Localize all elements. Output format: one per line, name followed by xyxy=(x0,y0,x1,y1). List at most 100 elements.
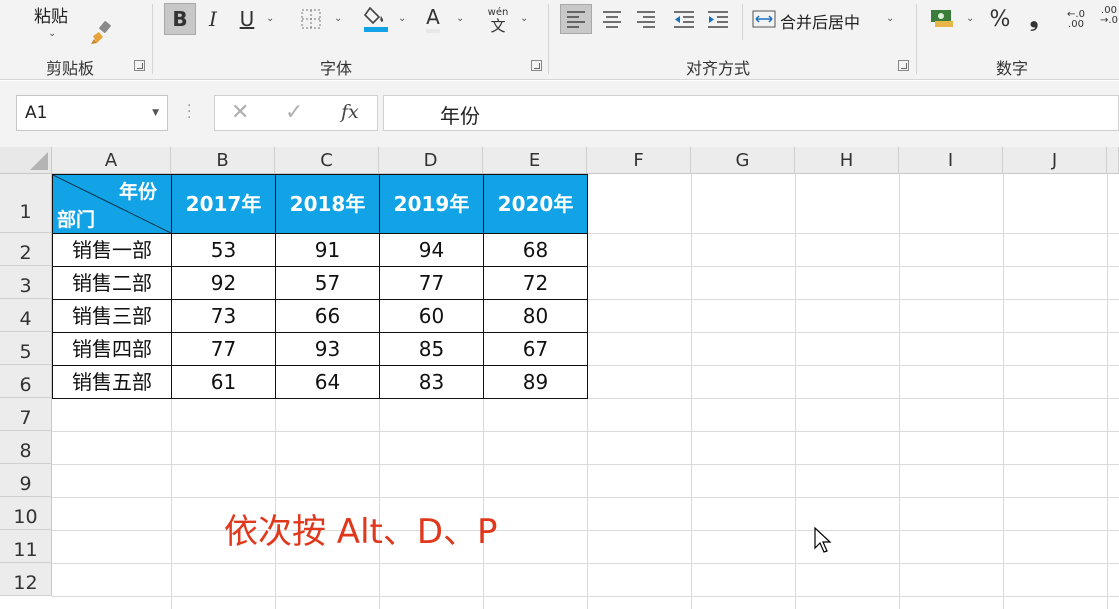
column-header-C[interactable]: C xyxy=(275,147,379,174)
name-box-dropdown-icon[interactable]: ▼ xyxy=(152,108,159,118)
formula-bar-grip-icon[interactable]: · · · xyxy=(187,99,191,125)
decrease-indent-icon[interactable] xyxy=(668,4,700,34)
clipboard-launcher-icon[interactable] xyxy=(134,60,145,71)
merge-center-icon[interactable] xyxy=(752,8,776,30)
year-header-cell[interactable]: 2019年 xyxy=(380,175,483,233)
column-header-G[interactable]: G xyxy=(691,147,795,174)
insert-function-icon[interactable]: fx xyxy=(341,101,359,123)
alignment-launcher-icon[interactable] xyxy=(898,60,909,71)
value-cell[interactable]: 61 xyxy=(172,366,275,398)
value-cell[interactable]: 60 xyxy=(380,300,483,332)
dept-cell[interactable]: 销售二部 xyxy=(53,267,171,299)
merge-dropdown-icon[interactable]: ⌄ xyxy=(886,13,894,24)
value-cell[interactable]: 77 xyxy=(380,267,483,299)
phonetic-dropdown-icon[interactable]: ⌄ xyxy=(520,13,528,24)
decrease-decimal-icon[interactable]: .00 →.0 xyxy=(1098,6,1119,34)
row-header-10[interactable]: 10 xyxy=(0,497,52,530)
dept-cell[interactable]: 销售四部 xyxy=(53,333,171,365)
column-header-F[interactable]: F xyxy=(587,147,691,174)
value-cell[interactable]: 68 xyxy=(484,234,587,266)
format-painter-icon[interactable] xyxy=(88,20,114,46)
formula-buttons: ✕ ✓ fx xyxy=(214,95,378,131)
gridline-horizontal xyxy=(52,530,1119,531)
name-box[interactable]: A1 ▼ xyxy=(16,95,168,131)
italic-button[interactable]: I xyxy=(200,3,226,35)
borders-dropdown-icon[interactable]: ⌄ xyxy=(334,13,342,24)
align-right-icon[interactable] xyxy=(630,4,662,34)
borders-icon[interactable] xyxy=(298,6,324,32)
column-header-D[interactable]: D xyxy=(379,147,483,174)
fill-color-dropdown-icon[interactable]: ⌄ xyxy=(398,13,406,24)
value-cell[interactable]: 57 xyxy=(276,267,379,299)
table-border-horizontal xyxy=(52,398,588,399)
cell-A1[interactable]: 年份 部门 xyxy=(53,175,171,233)
row-header-2[interactable]: 2 xyxy=(0,233,52,266)
value-cell[interactable]: 73 xyxy=(172,300,275,332)
increase-indent-icon[interactable] xyxy=(702,4,734,34)
enter-icon[interactable]: ✓ xyxy=(285,100,303,125)
column-header-A[interactable]: A xyxy=(52,147,171,174)
paste-button[interactable]: 粘贴 xyxy=(34,2,68,27)
dept-cell[interactable]: 销售五部 xyxy=(53,366,171,398)
fill-color-icon[interactable] xyxy=(362,2,390,34)
dept-cell[interactable]: 销售一部 xyxy=(53,234,171,266)
accounting-dropdown-icon[interactable]: ⌄ xyxy=(966,13,974,24)
row-header-5[interactable]: 5 xyxy=(0,332,52,365)
align-left-icon[interactable] xyxy=(560,4,592,34)
column-header-E[interactable]: E xyxy=(483,147,587,174)
value-cell[interactable]: 93 xyxy=(276,333,379,365)
comma-style-button[interactable]: ❟ xyxy=(1024,3,1044,35)
row-header-1[interactable]: 1 xyxy=(0,174,52,233)
value-cell[interactable]: 67 xyxy=(484,333,587,365)
value-cell[interactable]: 77 xyxy=(172,333,275,365)
row-header-7[interactable]: 7 xyxy=(0,398,52,431)
value-cell[interactable]: 72 xyxy=(484,267,587,299)
bold-button[interactable]: B xyxy=(164,3,196,35)
underline-dropdown-icon[interactable]: ⌄ xyxy=(266,13,274,24)
value-cell[interactable]: 94 xyxy=(380,234,483,266)
increase-decimal-icon[interactable]: ←.0 .00 xyxy=(1058,6,1094,34)
value-cell[interactable]: 53 xyxy=(172,234,275,266)
font-color-dropdown-icon[interactable]: ⌄ xyxy=(456,13,464,24)
year-header-cell[interactable]: 2018年 xyxy=(276,175,379,233)
select-all-button[interactable] xyxy=(0,147,52,174)
align-center-icon[interactable] xyxy=(596,4,628,34)
value-cell[interactable]: 91 xyxy=(276,234,379,266)
column-header-J[interactable]: J xyxy=(1003,147,1107,174)
row-header-3[interactable]: 3 xyxy=(0,266,52,299)
formula-input[interactable]: 年份 xyxy=(383,95,1119,131)
gridline-vertical xyxy=(1003,174,1004,609)
percent-style-button[interactable]: % xyxy=(986,3,1014,35)
font-color-button[interactable]: A xyxy=(420,3,446,35)
phonetic-guide-icon[interactable]: wén 文 xyxy=(484,4,512,36)
dept-cell[interactable]: 销售三部 xyxy=(53,300,171,332)
row-header-11[interactable]: 11 xyxy=(0,530,52,563)
merge-center-button[interactable]: 合并后居中 xyxy=(780,9,860,33)
cancel-icon[interactable]: ✕ xyxy=(231,100,249,125)
font-launcher-icon[interactable] xyxy=(531,60,542,71)
underline-button[interactable]: U xyxy=(234,3,260,35)
row-header-9[interactable]: 9 xyxy=(0,464,52,497)
row-header-8[interactable]: 8 xyxy=(0,431,52,464)
row-header-4[interactable]: 4 xyxy=(0,299,52,332)
column-header-partial[interactable] xyxy=(1107,147,1119,174)
table-border-horizontal xyxy=(52,266,588,267)
value-cell[interactable]: 83 xyxy=(380,366,483,398)
row-header-6[interactable]: 6 xyxy=(0,365,52,398)
value-cell[interactable]: 89 xyxy=(484,366,587,398)
value-cell[interactable]: 85 xyxy=(380,333,483,365)
worksheet-grid[interactable]: ABCDEFGHIJ 1 2 3 4 5 6 7 8 9 10 11 12 年份 部门 2017年 20… xyxy=(0,147,1119,609)
value-cell[interactable]: 80 xyxy=(484,300,587,332)
accounting-format-icon[interactable] xyxy=(928,6,956,30)
value-cell[interactable]: 92 xyxy=(172,267,275,299)
year-header-cell[interactable]: 2017年 xyxy=(172,175,275,233)
column-header-H[interactable]: H xyxy=(795,147,899,174)
column-header-I[interactable]: I xyxy=(899,147,1003,174)
row-header-12[interactable]: 12 xyxy=(0,563,52,596)
value-cell[interactable]: 64 xyxy=(276,366,379,398)
gridline-horizontal xyxy=(52,497,1119,498)
paste-dropdown-icon[interactable]: ⌄ xyxy=(48,28,56,39)
column-header-B[interactable]: B xyxy=(171,147,275,174)
value-cell[interactable]: 66 xyxy=(276,300,379,332)
year-header-cell[interactable]: 2020年 xyxy=(484,175,587,233)
